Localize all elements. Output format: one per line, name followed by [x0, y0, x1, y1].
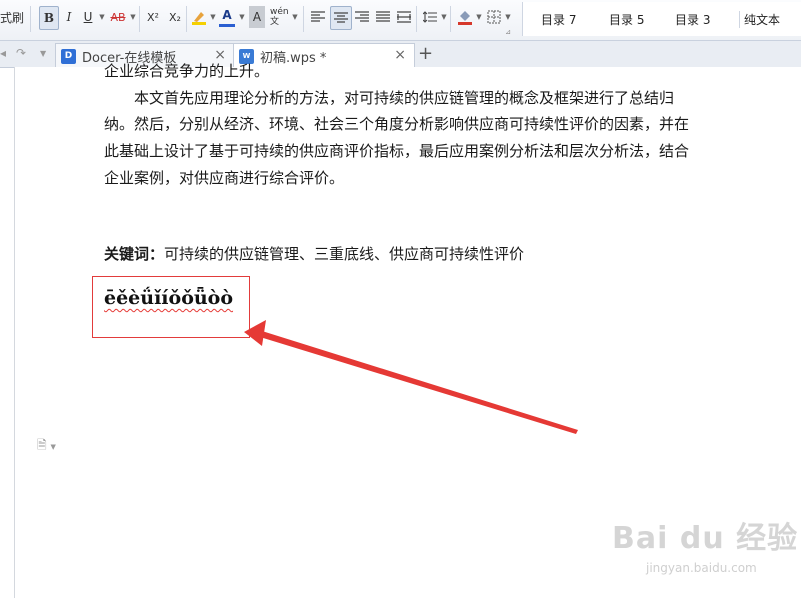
new-tab-plus-icon[interactable]: + — [418, 43, 433, 64]
strikethrough-button[interactable]: AB — [108, 6, 128, 28]
line-spacing-icon[interactable] — [421, 6, 439, 28]
watermark-brand: Bai du 经验 — [612, 521, 799, 556]
align-right-icon[interactable] — [353, 6, 371, 28]
keywords-line: 关键词：可持续的供应链管理、三重底线、供应商可持续性评价 — [104, 241, 524, 268]
style-plain-text[interactable]: 纯文本 — [739, 11, 784, 28]
format-painter-button[interactable]: 式刷 — [0, 6, 24, 28]
tab-label: 初稿.wps * — [260, 50, 327, 66]
italic-button[interactable]: I — [61, 6, 77, 28]
chevron-down-icon[interactable]: ▼ — [475, 6, 483, 28]
chevron-down-icon[interactable]: ▼ — [129, 6, 137, 28]
divider — [186, 6, 187, 32]
close-icon[interactable]: × — [394, 47, 406, 63]
border-icon[interactable] — [485, 6, 503, 28]
watermark-url: jingyan.baidu.com — [646, 561, 757, 575]
divider — [30, 6, 31, 32]
char-shading-button[interactable]: A — [249, 6, 265, 28]
distributed-align-icon[interactable] — [395, 6, 413, 28]
highlight-icon[interactable] — [190, 6, 208, 28]
dialog-launcher-icon[interactable]: ⊿ — [504, 28, 512, 36]
chevron-down-icon[interactable]: ▼ — [238, 6, 246, 28]
redo-arrow-icon[interactable]: ↷ — [16, 46, 26, 60]
justify-icon[interactable] — [374, 6, 392, 28]
shading-bucket-icon[interactable] — [456, 6, 474, 28]
divider — [416, 6, 417, 32]
paragraph-line: 企业综合竞争力的上升。 — [104, 62, 270, 80]
chevron-down-icon[interactable]: ▼ — [440, 6, 448, 28]
keywords-value: 可持续的供应链管理、三重底线、供应商可持续性评价 — [164, 245, 525, 263]
chevron-down-icon[interactable]: ▼ — [291, 6, 299, 28]
baidu-watermark: Bai du 经验 jingyan.baidu.com — [612, 513, 799, 575]
docer-icon: D — [61, 48, 76, 64]
chevron-down-icon[interactable]: ▼ — [209, 6, 217, 28]
superscript-button[interactable]: X² — [143, 6, 163, 28]
paragraph-options-icon[interactable]: 🗎 ▼ — [37, 436, 56, 457]
font-color-button[interactable]: A — [219, 6, 235, 27]
pinyin-guide-button[interactable]: wén文 — [270, 6, 290, 28]
chevron-left-icon[interactable]: ◂ — [0, 46, 6, 60]
chevron-down-icon[interactable]: ▼ — [98, 6, 106, 28]
style-toc-7[interactable]: 目录 7 — [541, 11, 576, 28]
style-gallery: 目录 7 目录 5 目录 3 纯文本 — [522, 2, 801, 36]
align-left-icon[interactable] — [309, 6, 327, 28]
paragraph-line: 本文首先应用理论分析的方法，对可持续的供应链管理的概念及框架进行了总结归 — [134, 89, 675, 107]
divider — [450, 6, 451, 32]
keywords-label: 关键词： — [104, 245, 165, 263]
style-toc-5[interactable]: 目录 5 — [609, 11, 644, 28]
divider — [139, 6, 140, 32]
subscript-button[interactable]: X₂ — [165, 6, 185, 28]
paragraph-line: 纳。然后，分别从经济、环境、社会三个角度分析影响供应商可持续性评价的因素，并在 — [104, 115, 690, 133]
underline-button[interactable]: U — [80, 6, 96, 28]
style-toc-3[interactable]: 目录 3 — [675, 11, 710, 28]
paragraph-line: 此基础上设计了基于可持续的供应商评价指标，最后应用案例分析法和层次分析法，结合 — [104, 142, 690, 160]
bold-button[interactable]: B — [39, 6, 59, 30]
align-center-icon[interactable] — [330, 6, 352, 30]
divider — [303, 6, 304, 32]
chevron-down-icon[interactable]: ▼ — [504, 6, 512, 28]
ribbon-toolbar: 式刷 B I U ▼ AB ▼ X² X₂ ▼ A ▼ A wén文 ▼ ▼ ▼… — [0, 0, 801, 41]
chevron-down-icon[interactable]: ▼ — [40, 49, 46, 58]
special-characters-text: ēěèǘǐíǒǒǖòò — [104, 287, 234, 309]
paragraph-line: 企业案例，对供应商进行综合评价。 — [104, 169, 345, 187]
